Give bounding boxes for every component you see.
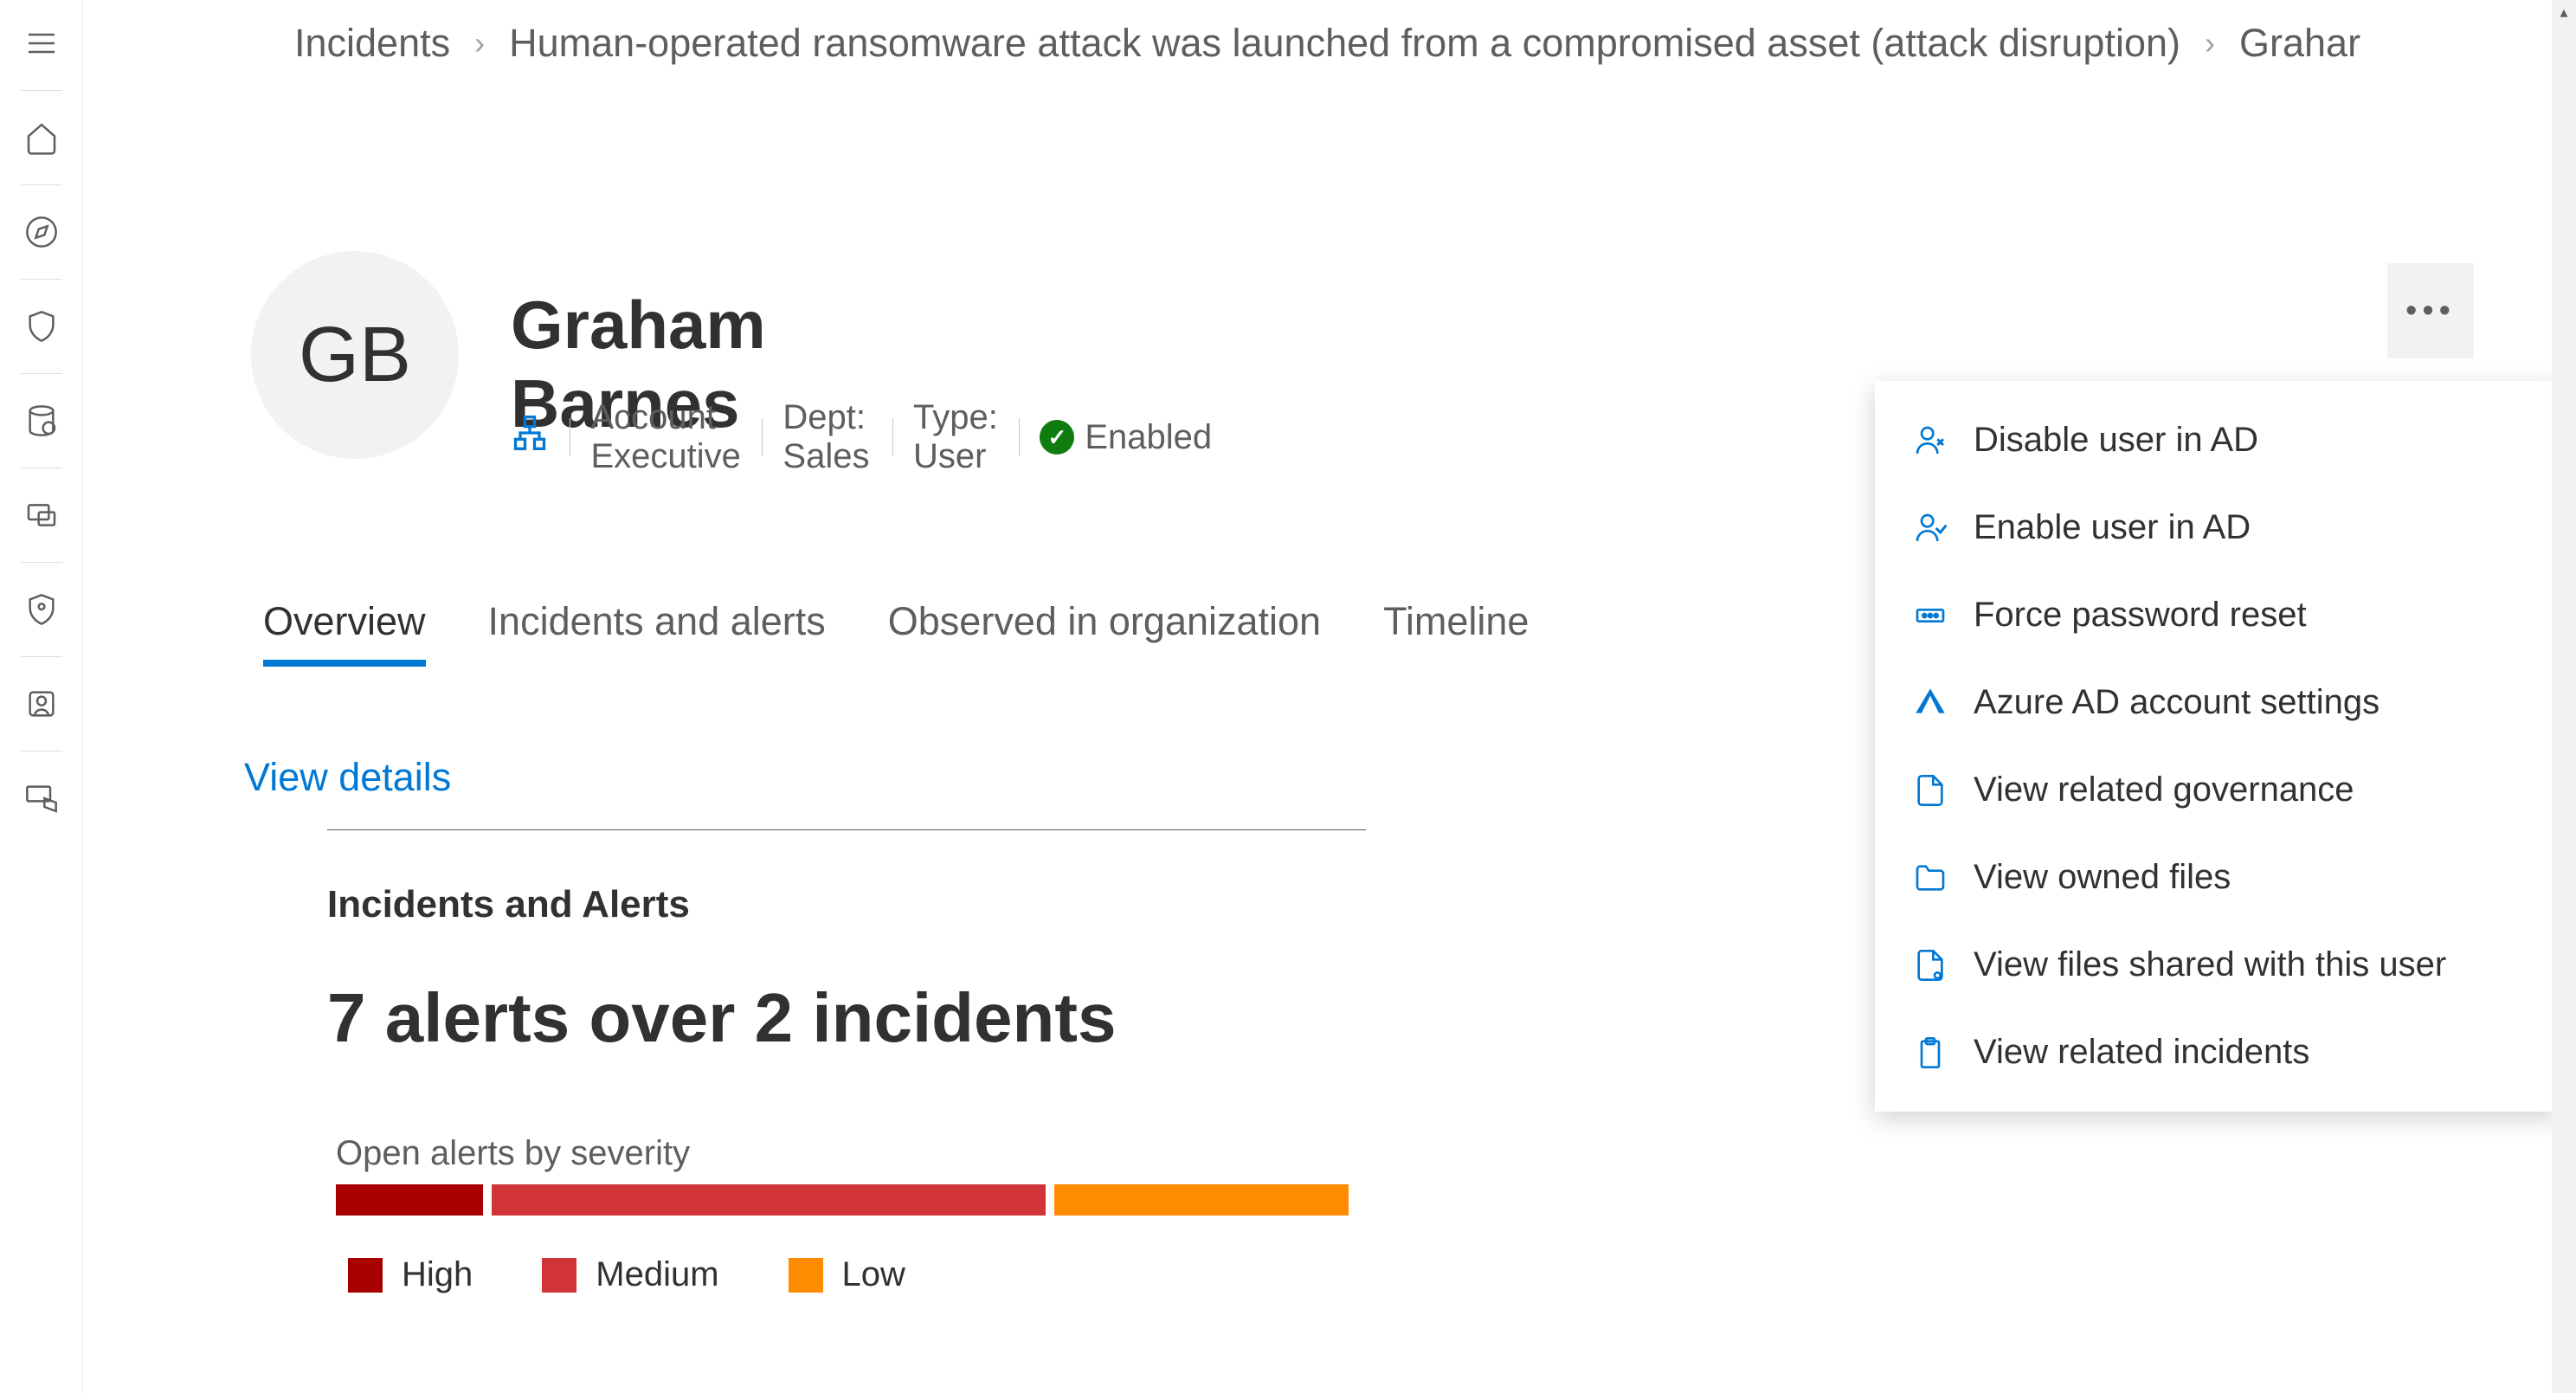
devices-icon[interactable] xyxy=(10,484,73,546)
tab-observed[interactable]: Observed in organization xyxy=(888,599,1321,667)
severity-segment-medium xyxy=(492,1184,1046,1216)
menu-view-related-incidents[interactable]: View related incidents xyxy=(1875,1009,2559,1096)
endpoint-icon[interactable] xyxy=(10,767,73,829)
chevron-right-icon: › xyxy=(2205,25,2215,61)
swatch-high xyxy=(348,1258,383,1293)
clipboard-icon xyxy=(1911,1034,1949,1072)
severity-segment-high xyxy=(336,1184,483,1216)
view-details-link[interactable]: View details xyxy=(244,755,451,800)
user-role: Account Executive xyxy=(591,398,741,476)
compass-icon[interactable] xyxy=(10,201,73,263)
tab-incidents-alerts[interactable]: Incidents and alerts xyxy=(488,599,826,667)
legend-low-label: Low xyxy=(842,1255,905,1294)
person-icon xyxy=(1911,422,1949,460)
user-type: Type: User xyxy=(913,398,998,476)
separator xyxy=(1019,418,1020,456)
breadcrumb-user[interactable]: Grahar xyxy=(2239,21,2360,66)
password-icon xyxy=(1911,597,1949,635)
menu-enable-user[interactable]: Enable user in AD xyxy=(1875,484,2559,571)
tab-timeline[interactable]: Timeline xyxy=(1383,599,1529,667)
menu-view-governance[interactable]: View related governance xyxy=(1875,746,2559,834)
swatch-low xyxy=(789,1258,823,1293)
check-circle-icon: ✓ xyxy=(1040,420,1074,455)
org-chart-icon xyxy=(511,414,549,461)
azure-ad-icon xyxy=(1911,684,1949,722)
avatar: GB xyxy=(251,251,459,459)
left-nav-rail xyxy=(0,0,83,1393)
divider xyxy=(21,373,62,374)
divider xyxy=(21,90,62,91)
severity-label: Open alerts by severity xyxy=(336,1134,690,1173)
breadcrumb: Incidents › Human-operated ransomware at… xyxy=(294,21,2360,66)
shield-icon[interactable] xyxy=(10,295,73,358)
separator xyxy=(762,418,763,456)
tabs: Overview Incidents and alerts Observed i… xyxy=(263,599,1529,667)
legend-high: High xyxy=(348,1255,473,1294)
scroll-up-icon[interactable]: ▴ xyxy=(2552,0,2576,24)
identity-icon[interactable] xyxy=(10,673,73,735)
menu-force-password-reset[interactable]: Force password reset xyxy=(1875,571,2559,659)
status-text: Enabled xyxy=(1085,418,1212,457)
eye-shield-icon[interactable] xyxy=(10,578,73,641)
menu-label: Enable user in AD xyxy=(1974,508,2251,547)
folder-icon xyxy=(1911,859,1949,897)
hamburger-menu-icon[interactable] xyxy=(10,12,73,74)
card-title: Incidents and Alerts xyxy=(327,883,690,926)
database-icon[interactable] xyxy=(10,390,73,452)
legend-low: Low xyxy=(789,1255,905,1294)
separator xyxy=(892,418,893,456)
vertical-scrollbar[interactable]: ▴ xyxy=(2552,0,2576,1393)
severity-legend: High Medium Low xyxy=(348,1255,905,1294)
menu-azure-ad-settings[interactable]: Azure AD account settings xyxy=(1875,659,2559,746)
swatch-medium xyxy=(542,1258,576,1293)
menu-label: View files shared with this user xyxy=(1974,945,2446,984)
severity-segment-low xyxy=(1054,1184,1349,1216)
user-actions-menu: Disable user in AD Enable user in AD For… xyxy=(1875,381,2559,1112)
divider xyxy=(21,279,62,280)
legend-medium-label: Medium xyxy=(596,1255,718,1294)
chevron-right-icon: › xyxy=(474,25,485,61)
divider xyxy=(327,829,1366,830)
menu-label: View owned files xyxy=(1974,858,2231,897)
legend-high-label: High xyxy=(402,1255,473,1294)
user-meta-row: Account Executive Dept: Sales Type: User… xyxy=(511,398,1212,476)
menu-disable-user[interactable]: Disable user in AD xyxy=(1875,397,2559,484)
divider xyxy=(21,562,62,563)
menu-view-owned-files[interactable]: View owned files xyxy=(1875,834,2559,921)
breadcrumb-incidents[interactable]: Incidents xyxy=(294,21,450,66)
tab-overview[interactable]: Overview xyxy=(263,599,426,667)
home-icon[interactable] xyxy=(10,106,73,169)
person-icon xyxy=(1911,509,1949,547)
menu-view-shared-files[interactable]: View files shared with this user xyxy=(1875,921,2559,1009)
status-badge: ✓ Enabled xyxy=(1040,418,1212,457)
severity-bar-chart xyxy=(336,1184,1349,1216)
legend-medium: Medium xyxy=(542,1255,718,1294)
more-actions-button[interactable]: ••• xyxy=(2387,263,2474,358)
menu-label: View related governance xyxy=(1974,771,2354,809)
divider xyxy=(21,184,62,185)
menu-label: Azure AD account settings xyxy=(1974,683,2380,722)
menu-label: View related incidents xyxy=(1974,1033,2309,1072)
menu-label: Force password reset xyxy=(1974,596,2307,635)
divider xyxy=(21,656,62,657)
document-icon xyxy=(1911,771,1949,809)
document-share-icon xyxy=(1911,946,1949,984)
breadcrumb-incident-name[interactable]: Human-operated ransomware attack was lau… xyxy=(509,21,2180,66)
user-dept: Dept: Sales xyxy=(782,398,871,476)
alerts-stat: 7 alerts over 2 incidents xyxy=(327,978,1117,1058)
menu-label: Disable user in AD xyxy=(1974,421,2258,460)
